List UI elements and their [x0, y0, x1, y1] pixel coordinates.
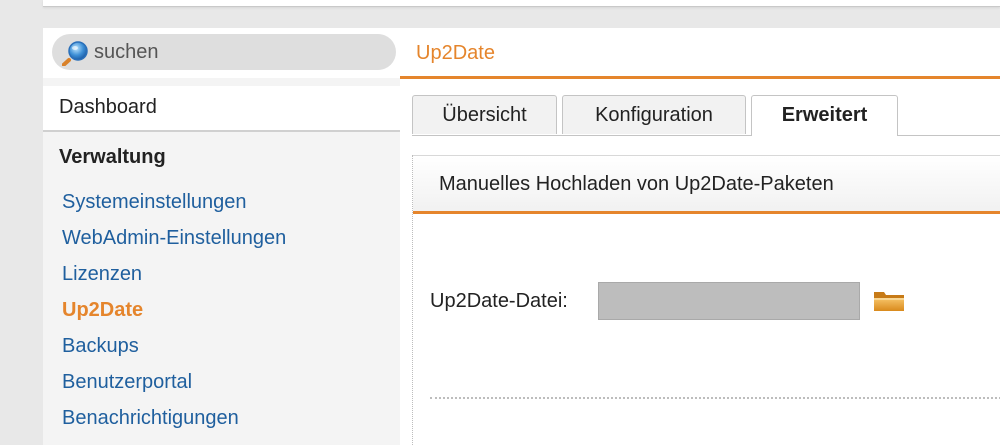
- search-icon: [62, 41, 88, 66]
- panel-divider: [413, 211, 1000, 214]
- sidebar: Dashboard Verwaltung Systemeinstellungen…: [43, 28, 400, 445]
- up2date-file-label: Up2Date-Datei:: [430, 290, 568, 312]
- tab-konfiguration[interactable]: Konfiguration: [562, 95, 746, 134]
- sidebar-item-lizenzen[interactable]: Lizenzen: [43, 256, 400, 292]
- page-title: Up2Date: [416, 42, 495, 64]
- upload-panel: Manuelles Hochladen von Up2Date-Paketen …: [412, 155, 1000, 445]
- sidebar-nav: Systemeinstellungen WebAdmin-Einstellung…: [43, 184, 400, 436]
- sidebar-item-dashboard-label: Dashboard: [59, 96, 157, 118]
- title-divider: [400, 76, 1000, 79]
- sidebar-item-up2date[interactable]: Up2Date: [43, 292, 400, 328]
- sidebar-item-benachrichtigungen[interactable]: Benachrichtigungen: [43, 400, 400, 436]
- sidebar-item-backups[interactable]: Backups: [43, 328, 400, 364]
- panel-header: Manuelles Hochladen von Up2Date-Paketen: [413, 155, 1000, 212]
- tab-uebersicht[interactable]: Übersicht: [412, 95, 557, 134]
- search-area: [43, 28, 400, 78]
- search-input[interactable]: [94, 38, 384, 66]
- sidebar-section-verwaltung: Verwaltung: [59, 146, 166, 168]
- main-content: Up2Date Übersicht Konfiguration Erweiter…: [400, 28, 1000, 445]
- tab-bar: Übersicht Konfiguration Erweitert: [412, 95, 1000, 136]
- sidebar-item-systemeinstellungen[interactable]: Systemeinstellungen: [43, 184, 400, 220]
- up2date-file-field[interactable]: [598, 282, 860, 320]
- search-box[interactable]: [52, 34, 396, 70]
- sidebar-item-dashboard[interactable]: Dashboard: [43, 86, 400, 132]
- form-divider: [430, 397, 1000, 399]
- top-bar: [43, 0, 1000, 7]
- folder-icon[interactable]: [873, 288, 905, 312]
- sidebar-item-webadmin-einstellungen[interactable]: WebAdmin-Einstellungen: [43, 220, 400, 256]
- sidebar-item-benutzerportal[interactable]: Benutzerportal: [43, 364, 400, 400]
- tab-erweitert[interactable]: Erweitert: [751, 95, 898, 136]
- panel-title: Manuelles Hochladen von Up2Date-Paketen: [439, 173, 834, 195]
- app-window: Dashboard Verwaltung Systemeinstellungen…: [43, 28, 1000, 445]
